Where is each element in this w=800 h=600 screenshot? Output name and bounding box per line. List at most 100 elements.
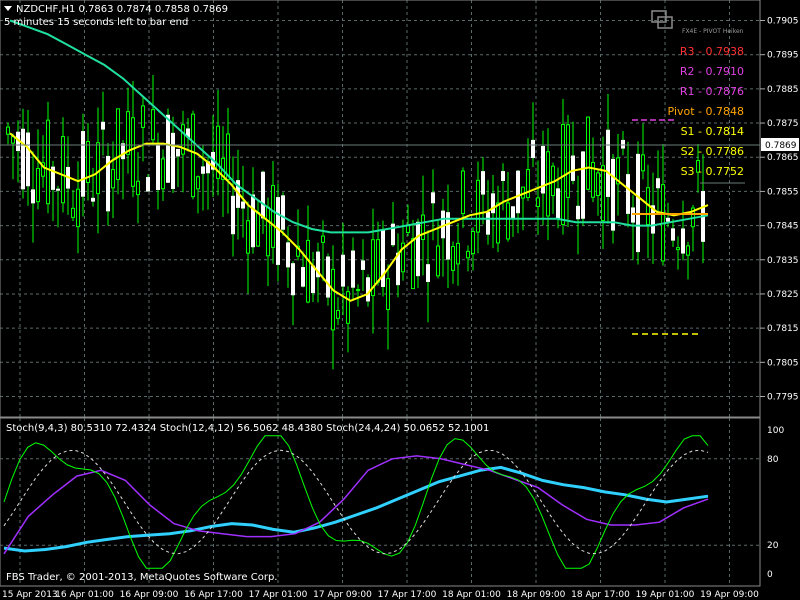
candle-body	[241, 201, 245, 209]
candle-body	[321, 235, 325, 243]
candle-body	[21, 128, 25, 190]
candle-body	[501, 171, 505, 181]
stoch-tick-label: 20	[767, 541, 779, 551]
candle-body	[611, 158, 615, 231]
candle-body	[61, 136, 65, 204]
candle-body	[506, 202, 510, 240]
copyright-footer: FBS Trader, © 2001-2013, MetaQuotes Soft…	[6, 572, 277, 583]
price-tick-label: 0.7845	[767, 222, 799, 232]
time-tick-label: 18 Apr 17:00	[571, 590, 630, 600]
stoch-fast-lines	[3, 435, 709, 569]
candle-body	[626, 174, 630, 214]
price-tick-label: 0.7825	[767, 290, 799, 300]
candle-body	[196, 176, 200, 190]
logo-text: FX4E - PIVOT Heiken	[682, 28, 744, 35]
candle-body	[136, 180, 140, 196]
candle-body	[166, 114, 170, 183]
candle-body	[686, 245, 690, 256]
candle-body	[586, 116, 590, 190]
candle-body	[496, 202, 500, 244]
candle-body	[46, 119, 50, 205]
candle-body	[636, 153, 640, 253]
candle-body	[171, 132, 175, 189]
candle-body	[411, 238, 415, 290]
candle-body	[351, 250, 355, 288]
stoch-panel-border	[0, 417, 761, 587]
candle-body	[151, 109, 155, 141]
bar-timer: 5 minutes 15 seconds left to bar end	[4, 17, 188, 28]
candle-body	[386, 278, 390, 311]
candle-body	[436, 245, 440, 277]
price-tick-label: 0.7855	[767, 187, 799, 197]
pivot-s3-label: S3 - 0.7752	[681, 165, 744, 178]
candle-body	[111, 169, 115, 189]
candle-body	[416, 221, 420, 277]
candle-body	[346, 291, 350, 324]
candle-body	[356, 288, 360, 292]
candle-body	[426, 264, 430, 282]
candle-body	[396, 252, 400, 286]
candle-body	[361, 260, 365, 270]
candle-body	[456, 242, 460, 265]
candle-body	[276, 197, 280, 265]
candle-body	[176, 148, 180, 157]
candle-body	[341, 254, 345, 287]
candle-body	[291, 263, 295, 296]
time-tick-label: 17 Apr 09:00	[313, 590, 372, 600]
candle-body	[581, 151, 585, 219]
time-tick-label: 19 Apr 01:00	[636, 590, 695, 600]
time-tick-label: 16 Apr 01:00	[55, 590, 114, 600]
time-tick-label: 15 Apr 2013	[2, 590, 58, 600]
pivot-r2-label: R2 - 0.7910	[680, 65, 744, 78]
candle-body	[271, 185, 275, 248]
time-tick-label: 16 Apr 09:00	[120, 590, 179, 600]
candle-body	[511, 206, 515, 219]
candle-body	[681, 228, 685, 254]
candle-body	[466, 250, 470, 259]
time-tick-label: 19 Apr 09:00	[700, 590, 759, 600]
candle-body	[126, 111, 130, 155]
candle-body	[441, 210, 445, 239]
candle-body	[246, 220, 250, 254]
candle-body	[306, 239, 310, 303]
candle-body	[191, 113, 195, 198]
candle-body	[481, 171, 485, 195]
time-tick-label: 17 Apr 17:00	[378, 590, 437, 600]
candle-body	[311, 265, 315, 294]
candle-body	[476, 179, 480, 233]
price-chart[interactable]: NZDCHF,H1 0.7863 0.7874 0.7858 0.7869 5 …	[0, 0, 800, 600]
stoch-axis: 100 80 20 0	[767, 426, 784, 580]
candle-body	[181, 124, 185, 155]
candle-body	[531, 139, 535, 159]
candle-body	[161, 158, 165, 190]
candle-body	[576, 205, 580, 220]
candle-body	[31, 189, 35, 204]
candle-body	[286, 242, 290, 268]
candle-body	[121, 143, 125, 160]
candle-body	[571, 155, 575, 181]
candle-body	[6, 126, 10, 135]
candle-body	[101, 121, 105, 130]
pivot-r1-label: R1 - 0.7876	[680, 85, 744, 98]
symbol-info: NZDCHF,H1 0.7863 0.7874 0.7858 0.7869	[16, 4, 228, 15]
candle-body	[621, 139, 625, 149]
candle-body	[671, 228, 675, 241]
stoch-tick-label: 80	[767, 455, 779, 465]
candle-body	[566, 124, 570, 198]
dropdown-triangle-icon[interactable]	[4, 6, 12, 11]
current-price-label: 0.7869	[765, 141, 797, 151]
candle-body	[256, 211, 260, 247]
candle-body	[381, 230, 385, 287]
candle-body	[461, 170, 465, 215]
candle-body	[261, 171, 265, 219]
pivot-labels: R3 - 0.7938 R2 - 0.7910 R1 - 0.7876 Pivo…	[668, 45, 744, 178]
price-tick-label: 0.7865	[767, 153, 799, 163]
pivot-r3-label: R3 - 0.7938	[680, 45, 744, 58]
candle-body	[116, 108, 120, 181]
candle-body	[56, 188, 60, 191]
candle-body	[656, 178, 660, 189]
stoch-fast-main	[3, 435, 709, 569]
candle-body	[596, 172, 600, 197]
candle-body	[431, 192, 435, 204]
price-tick-label: 0.7905	[767, 17, 799, 27]
